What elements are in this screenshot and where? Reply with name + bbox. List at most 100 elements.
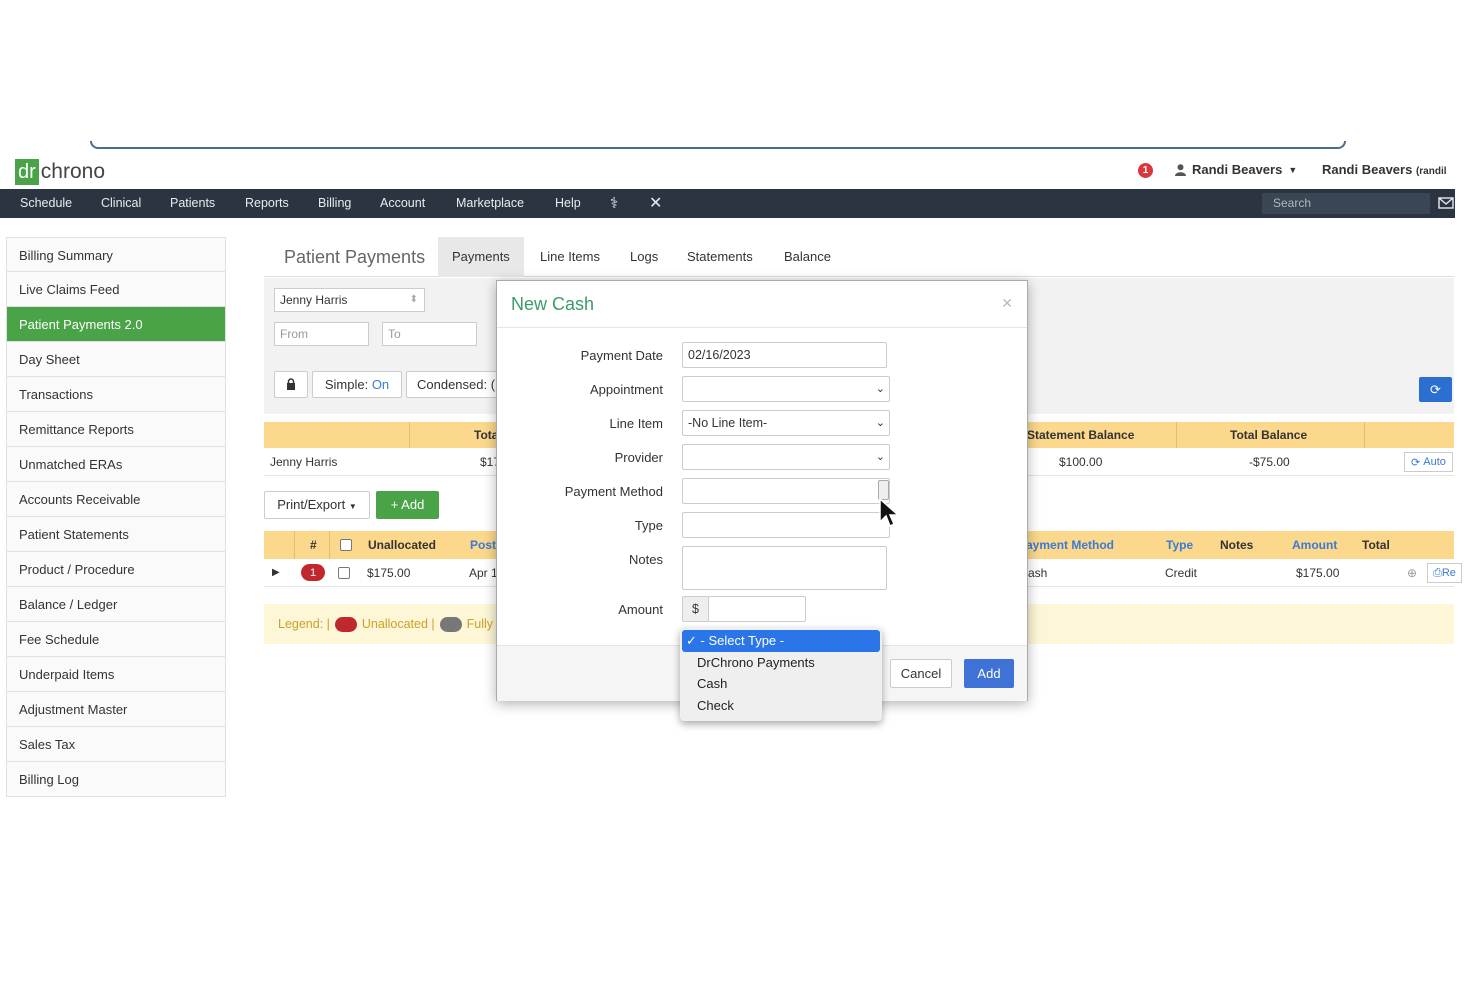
- print-export-button[interactable]: Print/Export ▼: [264, 491, 370, 519]
- add-button[interactable]: Add: [964, 659, 1014, 688]
- col-posted[interactable]: Post: [470, 531, 496, 559]
- provider-select[interactable]: ⌄: [682, 444, 890, 470]
- user-icon: [1175, 163, 1186, 176]
- dropdown-option-select-type[interactable]: ✓ - Select Type -: [682, 630, 880, 652]
- close-x-icon[interactable]: ✕: [649, 189, 662, 218]
- sidebar-item-underpaid-items[interactable]: Underpaid Items: [6, 657, 226, 692]
- row-amount: $175.00: [1296, 565, 1340, 580]
- sidebar-item-product-procedure[interactable]: Product / Procedure: [6, 552, 226, 587]
- simple-label: Simple:: [324, 377, 369, 392]
- col-number: #: [310, 538, 317, 552]
- cancel-button[interactable]: Cancel: [890, 659, 952, 688]
- amount-input[interactable]: [708, 596, 806, 622]
- expand-arrow-icon[interactable]: ▶: [272, 559, 280, 586]
- sidebar-item-unmatched-eras[interactable]: Unmatched ERAs: [6, 447, 226, 482]
- col-amount[interactable]: Amount: [1292, 531, 1337, 559]
- payments-tabs: Patient Payments Payments Line Items Log…: [264, 237, 1454, 277]
- col-unallocated: Unallocated: [368, 538, 437, 552]
- col-payment-method[interactable]: ayment Method: [1026, 531, 1114, 559]
- provider-label: Provider: [614, 450, 663, 465]
- refresh-button[interactable]: ⟳: [1419, 377, 1452, 402]
- sidebar-item-live-claims-feed[interactable]: Live Claims Feed: [6, 272, 226, 307]
- main-navbar: Schedule Clinical Patients Reports Billi…: [0, 189, 1455, 218]
- mail-icon[interactable]: [1438, 195, 1454, 211]
- receipt-button[interactable]: ⎙ Re: [1427, 563, 1462, 583]
- amount-label: Amount: [618, 602, 663, 617]
- caret-down-icon: ▼: [348, 502, 357, 511]
- header-checkbox[interactable]: [340, 531, 352, 559]
- modal-divider: [497, 327, 1027, 328]
- condensed-toggle[interactable]: Condensed: (: [406, 371, 498, 398]
- nav-account[interactable]: Account: [380, 189, 425, 218]
- chevron-down-icon: ⌄: [875, 451, 885, 463]
- sidebar-item-transactions[interactable]: Transactions: [6, 377, 226, 412]
- sidebar-item-patient-payments[interactable]: Patient Payments 2.0: [6, 307, 226, 342]
- payment-method-select[interactable]: [682, 478, 890, 504]
- nav-billing[interactable]: Billing: [318, 189, 351, 218]
- sidebar-item-remittance-reports[interactable]: Remittance Reports: [6, 412, 226, 447]
- sidebar-item-balance-ledger[interactable]: Balance / Ledger: [6, 587, 226, 622]
- mouse-cursor-icon: [879, 498, 899, 528]
- nav-marketplace[interactable]: Marketplace: [456, 189, 524, 218]
- dropdown-option-drchrono-payments[interactable]: DrChrono Payments: [680, 652, 882, 674]
- page-title: Patient Payments: [284, 247, 426, 267]
- nav-reports[interactable]: Reports: [245, 189, 289, 218]
- notification-badge[interactable]: 1: [1138, 163, 1153, 178]
- row-posted: Apr 1: [469, 565, 498, 580]
- sidebar-item-accounts-receivable[interactable]: Accounts Receivable: [6, 482, 226, 517]
- sidebar-item-fee-schedule[interactable]: Fee Schedule: [6, 622, 226, 657]
- line-item-select[interactable]: -No Line Item- ⌄: [682, 410, 890, 436]
- dropdown-option-cash[interactable]: Cash: [680, 673, 882, 695]
- payment-date-input[interactable]: 02/16/2023: [682, 342, 887, 368]
- dropdown-option-check[interactable]: Check: [680, 695, 882, 717]
- sidebar-item-sales-tax[interactable]: Sales Tax: [6, 727, 226, 762]
- from-date-input[interactable]: From: [274, 322, 369, 346]
- patient-select-value: Jenny Harris: [280, 293, 348, 307]
- select-stepper[interactable]: [878, 480, 889, 500]
- row-checkbox[interactable]: [338, 559, 350, 586]
- sidebar-item-billing-summary[interactable]: Billing Summary: [6, 237, 226, 272]
- col-type[interactable]: Type: [1166, 531, 1193, 559]
- sidebar-item-adjustment-master[interactable]: Adjustment Master: [6, 692, 226, 727]
- checkmark-icon: ✓: [686, 633, 701, 648]
- tab-statements[interactable]: Statements: [673, 237, 767, 277]
- payment-method-label: Payment Method: [564, 484, 663, 499]
- tab-balance[interactable]: Balance: [770, 237, 845, 277]
- tab-logs[interactable]: Logs: [616, 237, 672, 277]
- patient-select[interactable]: Jenny Harris ⬍: [274, 288, 425, 312]
- add-payment-button[interactable]: + Add: [376, 491, 439, 519]
- amount-prefix: $: [682, 596, 709, 622]
- search-input[interactable]: Search: [1262, 193, 1430, 214]
- info-icon[interactable]: ⊕: [1407, 559, 1417, 586]
- notes-textarea[interactable]: [682, 546, 887, 590]
- lock-button[interactable]: [274, 371, 308, 398]
- refresh-icon: ⟳: [1430, 382, 1441, 397]
- nav-help[interactable]: Help: [555, 189, 581, 218]
- receipt-icon: ⎙: [1433, 566, 1442, 579]
- nav-patients[interactable]: Patients: [170, 189, 215, 218]
- unallocated-badge: 1: [301, 564, 325, 581]
- notes-label: Notes: [629, 552, 663, 567]
- auto-button[interactable]: ⟳ Auto: [1404, 452, 1453, 472]
- tab-payments[interactable]: Payments: [438, 237, 524, 277]
- appointment-select[interactable]: ⌄: [682, 376, 890, 402]
- line-item-label: Line Item: [609, 416, 663, 431]
- nav-schedule[interactable]: Schedule: [20, 189, 72, 218]
- account-name[interactable]: Randi Beavers (randil: [1322, 162, 1447, 177]
- appointment-label: Appointment: [590, 382, 663, 397]
- simple-toggle[interactable]: Simple: On: [312, 371, 402, 398]
- caduceus-icon[interactable]: ⚕: [610, 189, 618, 218]
- payment-method-dropdown[interactable]: ✓ - Select Type - DrChrono Payments Cash…: [680, 628, 882, 721]
- close-icon[interactable]: ✕: [1001, 295, 1013, 312]
- sidebar-item-patient-statements[interactable]: Patient Statements: [6, 517, 226, 552]
- sidebar-item-day-sheet[interactable]: Day Sheet: [6, 342, 226, 377]
- drchrono-logo[interactable]: dr chrono: [15, 159, 105, 185]
- type-select[interactable]: [682, 512, 890, 538]
- to-date-input[interactable]: To: [382, 322, 477, 346]
- nav-clinical[interactable]: Clinical: [101, 189, 141, 218]
- browser-address-bar-edge: [90, 141, 1346, 149]
- legend-unallocated: Unallocated |: [361, 617, 435, 631]
- user-menu[interactable]: Randi Beavers ▼: [1175, 162, 1297, 177]
- sidebar-item-billing-log[interactable]: Billing Log: [6, 762, 226, 797]
- tab-line-items[interactable]: Line Items: [526, 237, 614, 277]
